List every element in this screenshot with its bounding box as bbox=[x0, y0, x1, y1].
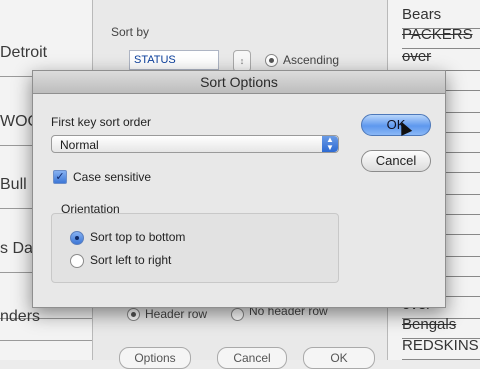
sort-key-stepper[interactable]: ↕ bbox=[233, 50, 251, 72]
header-row-label: Header row bbox=[145, 307, 208, 321]
sheet-right-item: Bengals bbox=[402, 316, 480, 339]
sheet-right-item: REDSKINS bbox=[402, 337, 480, 360]
case-sensitive-label: Case sensitive bbox=[73, 170, 152, 184]
dialog-title: Sort Options bbox=[33, 71, 445, 94]
sheet-cancel-button[interactable]: Cancel bbox=[217, 347, 287, 369]
sheet-right-item: PACKERS bbox=[402, 26, 480, 49]
first-key-value: Normal bbox=[60, 138, 99, 152]
no-header-row-radio[interactable] bbox=[231, 308, 244, 321]
options-button[interactable]: Options bbox=[119, 347, 191, 369]
orientation-group: Sort top to bottom Sort left to right bbox=[51, 213, 339, 283]
first-key-label: First key sort order bbox=[51, 115, 152, 129]
sort-options-dialog: Sort Options First key sort order Normal… bbox=[32, 70, 446, 308]
ascending-label: Ascending bbox=[283, 53, 340, 67]
sheet-ok-button[interactable]: OK bbox=[303, 347, 375, 369]
first-key-sort-order-popup[interactable]: Normal ▲ ▼ bbox=[51, 135, 339, 153]
ascending-radio[interactable] bbox=[265, 54, 278, 67]
case-sensitive-checkbox[interactable]: ✓ bbox=[53, 170, 67, 184]
sort-top-to-bottom-label: Sort top to bottom bbox=[90, 230, 186, 244]
sort-left-to-right-radio[interactable] bbox=[70, 254, 84, 268]
header-row-radio[interactable] bbox=[127, 308, 140, 321]
sort-key-field[interactable]: STATUS bbox=[129, 50, 219, 70]
sort-by-label: Sort by bbox=[111, 25, 150, 39]
sort-left-to-right-label: Sort left to right bbox=[90, 253, 172, 267]
sort-top-to-bottom-radio[interactable] bbox=[70, 231, 84, 245]
cancel-button[interactable]: Cancel bbox=[361, 150, 431, 172]
popup-arrows-icon: ▲ ▼ bbox=[322, 136, 338, 152]
